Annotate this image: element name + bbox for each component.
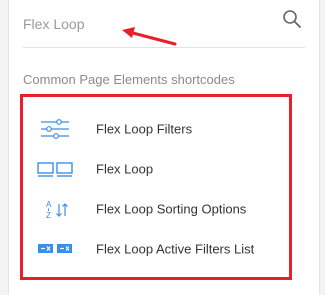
list-item-label: Flex Loop Sorting Options xyxy=(96,201,247,217)
grid-two-columns-icon xyxy=(37,158,73,180)
active-filters-tags-icon xyxy=(37,238,73,260)
annotation-arrow-icon xyxy=(122,27,177,46)
svg-text:Z: Z xyxy=(46,211,51,220)
sliders-icon xyxy=(37,118,73,140)
sort-az-icon: A Z xyxy=(37,198,73,220)
highlight-box: Flex Loop Filters Flex Loop A Z Flex Loo… xyxy=(20,94,292,280)
list-item-label: Flex Loop Filters xyxy=(96,121,193,137)
section-title: Common Page Elements shortcodes xyxy=(23,72,235,87)
list-item-label: Flex Loop Active Filters List xyxy=(96,241,255,257)
list-item-flex-loop-sorting-options[interactable]: A Z Flex Loop Sorting Options xyxy=(23,189,323,229)
shortcodes-panel: Common Page Elements shortcodes Flex Loo… xyxy=(8,0,320,295)
search-icon[interactable] xyxy=(281,8,303,30)
svg-text:A: A xyxy=(46,200,52,209)
list-item-flex-loop[interactable]: Flex Loop xyxy=(23,149,323,189)
list-item-label: Flex Loop xyxy=(96,161,154,177)
list-item-flex-loop-active-filters-list[interactable]: Flex Loop Active Filters List xyxy=(23,229,323,269)
list-item-flex-loop-filters[interactable]: Flex Loop Filters xyxy=(23,109,323,149)
